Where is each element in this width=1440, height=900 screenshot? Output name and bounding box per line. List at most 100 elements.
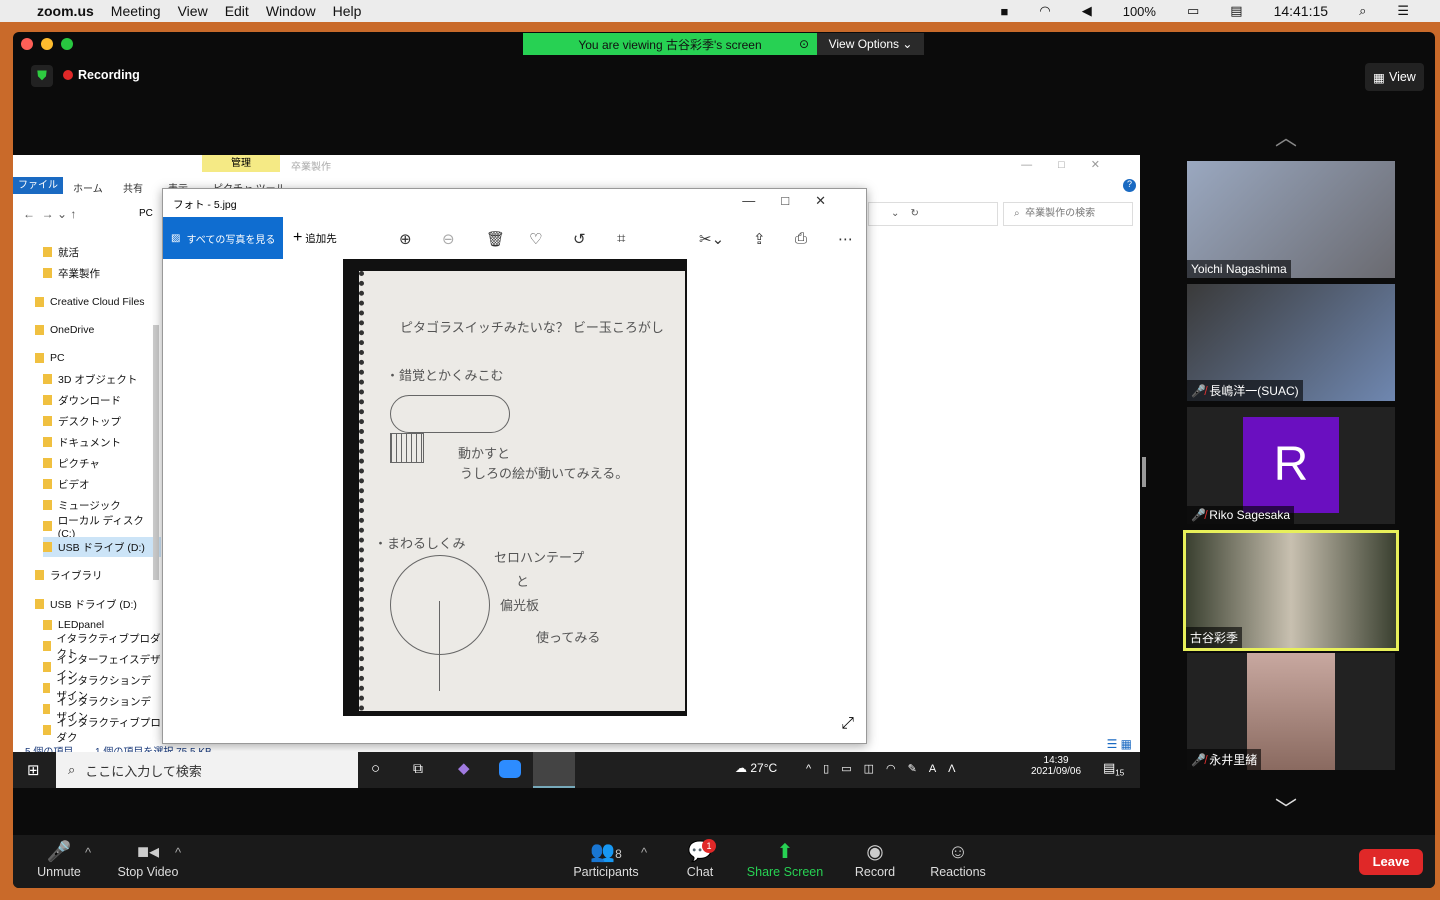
visual-studio-icon[interactable]: ◆ — [458, 759, 470, 777]
photos-taskbar-icon[interactable] — [533, 752, 575, 788]
participants-chevron-icon[interactable]: ^ — [641, 845, 647, 860]
see-all-photos-button[interactable]: ▨ すべての写真を見る — [163, 217, 283, 259]
ribbon-tab-home[interactable]: ホーム — [73, 180, 103, 195]
more-icon[interactable]: ⋯ — [838, 230, 853, 248]
nav-item[interactable]: ライブラリ — [35, 565, 103, 585]
video-options-chevron-icon[interactable]: ^ — [175, 845, 181, 860]
nav-item-label: ドキュメント — [58, 436, 121, 449]
participant-tile[interactable]: Yoichi Nagashima — [1187, 161, 1395, 278]
shield-icon[interactable]: ⛊ — [31, 65, 53, 87]
nav-item[interactable]: ローカル ディスク (C:) — [43, 515, 161, 540]
minimize-window-button[interactable] — [41, 38, 53, 50]
nav-item[interactable]: OneDrive — [35, 320, 94, 340]
leave-button[interactable]: Leave — [1359, 849, 1423, 875]
menu-edit[interactable]: Edit — [225, 3, 249, 19]
windows-start-icon[interactable]: ⊞ — [27, 761, 40, 779]
cortana-icon[interactable]: ○ — [371, 760, 380, 777]
nav-item[interactable]: ダウンロード — [43, 390, 121, 410]
recording-label[interactable]: Recording — [78, 68, 140, 82]
reactions-button[interactable]: ☺ Reactions — [927, 839, 989, 879]
audio-options-chevron-icon[interactable]: ^ — [85, 845, 91, 860]
ribbon-tab-file[interactable]: ファイル — [13, 177, 63, 194]
nav-back-icon[interactable]: ← → ⌄ ↑ — [23, 207, 76, 221]
fullscreen-window-button[interactable] — [61, 38, 73, 50]
share-screen-button[interactable]: ⬆ Share Screen — [743, 839, 827, 879]
view-toggle-icons[interactable]: ☰ ▦ — [1107, 737, 1132, 751]
participant-tile[interactable]: R 🎤̸ Riko Sagesaka — [1187, 407, 1395, 524]
view-button[interactable]: ▦ View — [1365, 63, 1424, 91]
help-icon[interactable]: ? — [1123, 179, 1136, 192]
photos-window-controls[interactable]: —□✕ — [742, 193, 852, 209]
favorite-icon[interactable]: ♡ — [529, 230, 542, 248]
taskbar-search-input[interactable]: ⌕ ここに入力して検索 — [56, 752, 358, 788]
menu-view[interactable]: View — [178, 3, 208, 19]
nav-item[interactable]: USB ドライブ (D:) — [35, 594, 137, 614]
nav-item[interactable]: ビデオ — [43, 474, 90, 494]
share-icon[interactable]: ⇪ — [753, 230, 766, 248]
nav-item[interactable]: ドキュメント — [43, 432, 121, 452]
folder-icon — [43, 268, 52, 278]
taskbar-clock[interactable]: 14:39 2021/09/06 — [1031, 755, 1081, 777]
ribbon-tab-share[interactable]: 共有 — [123, 180, 143, 195]
nav-item[interactable]: PC — [35, 348, 65, 368]
address-path[interactable]: PC — [139, 208, 153, 219]
fullscreen-icon[interactable]: ⤢ — [841, 715, 854, 733]
scroll-up-icon[interactable]: ︿ — [1275, 120, 1297, 152]
task-view-icon[interactable]: ⧉ — [413, 760, 423, 777]
menu-window[interactable]: Window — [266, 3, 316, 19]
photo-icon: ▨ — [171, 232, 181, 244]
weather-widget[interactable]: ☁ 27°C — [735, 761, 777, 775]
refresh-area[interactable]: ⌄ ↻ — [868, 202, 998, 226]
nav-item[interactable]: ピクチャ — [43, 453, 100, 473]
spotlight-icon[interactable]: ⌕ — [1359, 3, 1366, 19]
record-button[interactable]: ◉ Record — [851, 839, 899, 879]
participant-tile[interactable]: 🎤̸ 永井里緒 — [1187, 653, 1395, 770]
nav-scrollbar[interactable] — [153, 325, 159, 580]
clock[interactable]: 14:41:15 — [1274, 3, 1329, 19]
notification-count: 15 — [1115, 768, 1125, 778]
tray-icons[interactable]: ^▯▭◫◠✎AΛ — [806, 762, 968, 775]
ribbon-manage-tab[interactable]: 管理 — [202, 155, 280, 172]
panel-resize-handle[interactable] — [1142, 457, 1146, 487]
nav-item[interactable]: 卒業製作 — [43, 263, 100, 283]
stop-video-button[interactable]: ■◂ Stop Video — [113, 839, 183, 879]
explorer-search-input[interactable]: ⌕ 卒業製作の検索 — [1003, 202, 1133, 226]
participant-tile-active-speaker[interactable]: 古谷彩季 — [1183, 530, 1399, 651]
menu-help[interactable]: Help — [333, 3, 362, 19]
battery-level[interactable]: 100% — [1123, 4, 1156, 19]
nav-item[interactable]: USB ドライブ (D:) — [43, 537, 161, 557]
dropdown-icon[interactable]: ⌄ — [891, 208, 899, 219]
nav-item-label: ダウンロード — [58, 394, 121, 407]
edit-icon[interactable]: ✂⌄ — [699, 230, 724, 248]
control-center-icon[interactable]: ☰ — [1397, 3, 1409, 19]
explorer-window-controls[interactable]: —□✕ — [1021, 158, 1126, 171]
wifi-icon[interactable]: ◠ — [1039, 3, 1050, 19]
notification-icon[interactable]: ▤15 — [1103, 760, 1124, 778]
menu-meeting[interactable]: Meeting — [111, 3, 161, 19]
nav-item[interactable]: デスクトップ — [43, 411, 121, 431]
zoom-taskbar-icon[interactable] — [499, 760, 521, 778]
nav-item[interactable]: インタラクティブプロダク — [43, 717, 161, 744]
refresh-icon[interactable]: ↻ — [911, 208, 919, 219]
close-window-button[interactable] — [21, 38, 33, 50]
scroll-down-icon[interactable]: ﹀ — [1275, 792, 1297, 824]
add-to-button[interactable]: + 追加先 — [293, 229, 337, 247]
nav-item[interactable]: 就活 — [43, 242, 79, 262]
view-icon: ▦ — [1373, 70, 1385, 85]
zoom-status-icon[interactable]: ■ — [1001, 4, 1009, 19]
nav-item[interactable]: 3D オブジェクト — [43, 369, 137, 389]
participant-tile[interactable]: 🎤̸ 長嶋洋一(SUAC) — [1187, 284, 1395, 401]
delete-icon[interactable]: 🗑 — [486, 230, 505, 248]
participants-button[interactable]: 👥8 Participants — [568, 839, 644, 879]
unmute-button[interactable]: 🎤 Unmute — [33, 839, 85, 879]
volume-icon[interactable]: ◀ — [1082, 3, 1092, 19]
print-icon[interactable]: ⎙ — [795, 230, 807, 247]
zoom-in-icon[interactable]: ⊕ — [399, 230, 412, 248]
zoom-out-icon[interactable]: ⊖ — [442, 230, 455, 248]
rotate-icon[interactable]: ↺ — [573, 230, 586, 248]
nav-item[interactable]: Creative Cloud Files — [35, 292, 145, 312]
menu-app[interactable]: zoom.us — [37, 3, 94, 19]
flag-icon[interactable]: ▤ — [1230, 3, 1242, 19]
view-options-button[interactable]: View Options ⌄ — [817, 33, 924, 55]
crop-icon[interactable]: ⌗ — [617, 230, 625, 247]
